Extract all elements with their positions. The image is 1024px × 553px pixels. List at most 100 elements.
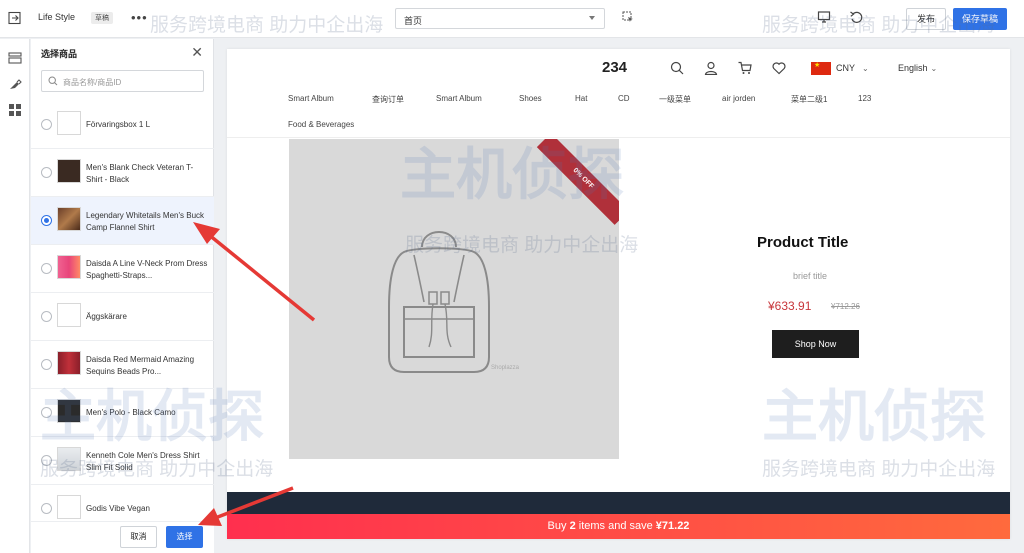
product-name: Men's Polo - Black Camo [86, 408, 176, 417]
product-brief-title: brief title [793, 271, 828, 281]
inspect-icon[interactable] [622, 11, 634, 23]
radio-button-checked[interactable] [41, 215, 52, 226]
chevron-down-icon: ⌄ [862, 64, 869, 73]
nav-item[interactable]: air jorden [722, 94, 755, 103]
apps-icon[interactable] [8, 103, 22, 117]
product-name: Men's Blank Check Veteran T-Shirt - Blac… [86, 163, 194, 184]
nav-item[interactable]: CD [618, 94, 630, 103]
china-flag-icon [811, 61, 831, 75]
product-thumbnail [57, 303, 81, 327]
product-list-item[interactable]: Men's Blank Check Veteran T-Shirt - Blac… [31, 149, 214, 197]
product-name: Godis Vibe Vegan [86, 504, 150, 513]
theme-style-icon[interactable] [8, 77, 22, 91]
search-icon[interactable] [670, 61, 684, 75]
radio-button[interactable] [41, 359, 52, 370]
promo-banner: Buy 2 items and save ¥71.22 [227, 514, 1010, 539]
left-icon-rail [0, 39, 30, 553]
nav-item[interactable]: Hat [575, 94, 587, 103]
discount-badge: 0% OFF [536, 139, 619, 225]
product-name: Äggskärare [86, 312, 127, 321]
currency-code: CNY [836, 63, 856, 73]
divider [227, 137, 1010, 138]
nav-item[interactable]: 菜单二级1 [791, 94, 827, 105]
backpack-placeholder-icon [388, 231, 490, 373]
publish-button[interactable]: 发布 [906, 8, 946, 30]
radio-button[interactable] [41, 119, 52, 130]
product-image[interactable]: Shoplazza 0% OFF [289, 139, 619, 459]
promo-amount: ¥71.22 [655, 520, 690, 532]
store-name[interactable]: 234 [602, 59, 627, 76]
cancel-button[interactable]: 取消 [120, 526, 157, 548]
product-thumbnail [57, 159, 81, 183]
theme-name: Life Style [38, 12, 76, 22]
top-toolbar: Life Style 草稿 ••• 首页 发布 保存草稿 [0, 0, 1024, 38]
nav-item[interactable]: Smart Album [288, 94, 334, 103]
more-options-icon[interactable]: ••• [131, 10, 148, 25]
editor-root: Life Style 草稿 ••• 首页 发布 保存草稿 选择商品 ✕ 商品名称… [0, 0, 1024, 553]
product-name: Förvaringsbox 1 L [86, 120, 151, 129]
product-thumbnail [57, 255, 81, 279]
radio-button[interactable] [41, 407, 52, 418]
product-price: ¥633.91 [768, 299, 812, 313]
wishlist-heart-icon[interactable] [772, 61, 786, 75]
product-thumbnail [57, 111, 81, 135]
product-picker-panel: 选择商品 ✕ 商品名称/商品ID Förvaringsbox 1 L Men's… [31, 39, 214, 553]
cart-icon[interactable] [738, 61, 752, 75]
product-thumbnail [57, 207, 81, 231]
select-button[interactable]: 选择 [166, 526, 203, 548]
nav-item[interactable]: Shoes [519, 94, 542, 103]
sections-icon[interactable] [8, 51, 22, 65]
product-list-item-selected[interactable]: Legendary Whitetails Men's Buck Camp Fla… [31, 197, 214, 245]
page-select-value: 首页 [404, 16, 423, 26]
nav-item[interactable]: 一级菜单 [659, 94, 691, 105]
product-list-item[interactable]: Äggskärare [31, 293, 214, 341]
product-list-item[interactable]: Men's Polo - Black Camo [31, 389, 214, 437]
panel-footer: 取消 选择 [31, 521, 214, 553]
product-name: Daisda Red Mermaid Amazing Sequins Beads… [86, 355, 195, 376]
account-icon[interactable] [704, 61, 718, 75]
product-name: Legendary Whitetails Men's Buck Camp Fla… [86, 211, 205, 232]
language-selector[interactable]: English ⌄ [898, 63, 937, 73]
nav-item[interactable]: Food & Beverages [288, 120, 354, 129]
exit-icon[interactable] [8, 11, 22, 25]
product-list-item[interactable]: Daisda Red Mermaid Amazing Sequins Beads… [31, 341, 214, 389]
product-thumbnail [57, 351, 81, 375]
compare-at-price: ¥712.26 [831, 302, 860, 311]
promo-prefix: Buy [547, 520, 570, 532]
promo-middle: items and save [575, 520, 656, 532]
nav-item[interactable]: 查询订单 [372, 94, 404, 105]
shop-now-button[interactable]: Shop Now [772, 330, 859, 358]
language-label: English [898, 63, 928, 73]
undo-icon[interactable] [849, 10, 863, 24]
draft-badge: 草稿 [91, 12, 113, 24]
desktop-icon[interactable] [817, 10, 831, 24]
product-list-item[interactable]: Daisda A Line V-Neck Prom Dress Spaghett… [31, 245, 214, 293]
product-name: Kenneth Cole Men's Dress Shirt Slim Fit … [86, 451, 200, 472]
product-list-item[interactable]: Kenneth Cole Men's Dress Shirt Slim Fit … [31, 437, 214, 485]
image-brand-label: Shoplazza [491, 365, 520, 371]
product-thumbnail [57, 399, 81, 423]
radio-button[interactable] [41, 263, 52, 274]
search-placeholder: 商品名称/商品ID [63, 78, 122, 87]
product-thumbnail [57, 495, 81, 519]
product-list-item[interactable]: Förvaringsbox 1 L [31, 101, 214, 149]
nav-item[interactable]: 123 [858, 94, 871, 103]
radio-button[interactable] [41, 167, 52, 178]
nav-item[interactable]: Smart Album [436, 94, 482, 103]
radio-button[interactable] [41, 455, 52, 466]
close-icon[interactable]: ✕ [191, 44, 203, 61]
product-name: Daisda A Line V-Neck Prom Dress Spaghett… [86, 259, 208, 280]
radio-button[interactable] [41, 503, 52, 514]
save-draft-button[interactable]: 保存草稿 [953, 8, 1007, 30]
chevron-down-icon [589, 16, 595, 20]
radio-button[interactable] [41, 311, 52, 322]
panel-title: 选择商品 [41, 49, 78, 59]
chevron-down-icon: ⌄ [930, 64, 938, 73]
product-search-input[interactable]: 商品名称/商品ID [41, 70, 204, 92]
product-title: Product Title [757, 234, 849, 251]
page-select[interactable]: 首页 [395, 8, 605, 29]
dark-section-band [227, 492, 1010, 514]
store-preview: 234 CNY ⌄ English⌄ Smart Album 查询订单 [227, 49, 1010, 539]
product-thumbnail [57, 447, 81, 471]
search-icon [48, 76, 58, 86]
